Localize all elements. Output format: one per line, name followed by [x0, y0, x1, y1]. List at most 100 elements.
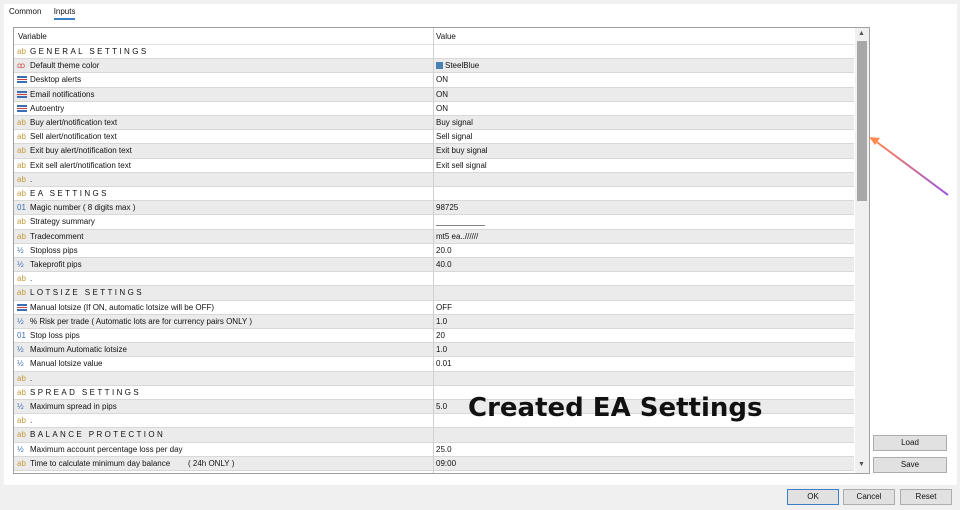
variable-cell: ab Exit sell alert/notification text	[17, 161, 131, 170]
value-text: Exit sell signal	[436, 160, 487, 170]
value-text: 20.0	[436, 245, 452, 255]
tab-bar: Common Inputs	[9, 7, 85, 20]
value-cell[interactable]: mt5 ea..//////	[436, 232, 478, 241]
variable-cell: ab Tradecomment	[17, 232, 84, 241]
table-row[interactable]: ½ % Risk per trade ( Automatic lots are f…	[14, 314, 854, 329]
table-row[interactable]: ½ Manual lotsize value 0.01	[14, 357, 854, 372]
ok-button[interactable]: OK	[787, 489, 839, 505]
table-row[interactable]: ½ Maximum Automatic lotsize 1.0	[14, 343, 854, 358]
table-row[interactable]: 01 Stop loss pips 20	[14, 329, 854, 344]
table-row[interactable]: Email notifications ON	[14, 87, 854, 102]
save-button[interactable]: Save	[873, 457, 947, 473]
variable-cell: Autoentry	[17, 104, 64, 113]
variable-label: Stoploss pips	[30, 245, 78, 255]
value-text: mt5 ea..//////	[436, 231, 479, 241]
table-row[interactable]: Autoentry ON	[14, 102, 854, 116]
string-type-icon: ab	[17, 416, 26, 426]
table-row[interactable]: ab Exit buy alert/notification text Exit b…	[14, 144, 854, 159]
value-cell[interactable]: 1.0	[436, 345, 447, 354]
value-cell[interactable]: 25.0	[436, 445, 452, 454]
value-cell[interactable]: Buy signal	[436, 118, 473, 127]
section-header-row[interactable]: ab BALANCE PROTECTION	[14, 428, 854, 443]
variable-label: Buy alert/notification text	[30, 118, 118, 127]
column-header-variable[interactable]: Variable	[18, 32, 47, 41]
variable-label: Default theme color	[30, 61, 100, 71]
value-cell[interactable]: ___________	[436, 217, 485, 226]
table-row[interactable]: ab.	[14, 272, 854, 287]
table-row[interactable]: ½ Takeprofit pips 40.0	[14, 258, 854, 273]
reset-button[interactable]: Reset	[900, 489, 952, 505]
value-cell[interactable]: OFF	[436, 303, 452, 312]
value-cell[interactable]: 5.0	[436, 402, 447, 411]
value-text: ON	[436, 75, 448, 85]
load-button[interactable]: Load	[873, 435, 947, 451]
scroll-down-icon[interactable]: ▼	[858, 461, 865, 468]
value-cell[interactable]: 98725	[436, 203, 458, 212]
value-text: 1.0	[436, 345, 448, 355]
table-row[interactable]: Manual lotsize (If ON, automatic lotsize…	[14, 301, 854, 315]
tab-inputs[interactable]: Inputs	[53, 7, 76, 20]
value-cell[interactable]: 0.01	[436, 359, 452, 368]
section-header-row[interactable]: ab GENERAL SETTINGS	[14, 45, 854, 60]
table-row[interactable]: ab.	[14, 371, 854, 386]
table-row[interactable]: ab Exit sell alert/notification text Exit …	[14, 159, 854, 173]
table-row[interactable]: 01 Magic number ( 8 digits max ) 98725	[14, 201, 854, 216]
value-cell[interactable]: ON	[436, 104, 448, 113]
table-row[interactable]: ab Buy alert/notification text Buy signal	[14, 116, 854, 131]
table-row[interactable]: ½ Maximum account percentage loss per day…	[14, 443, 854, 457]
table-row[interactable]: ꝏ Default theme color SteelBlue	[14, 59, 854, 74]
variable-label: Takeprofit pips	[30, 260, 82, 269]
variable-cell: ab.	[17, 274, 32, 283]
table-row[interactable]: ab Strategy summary ___________	[14, 215, 854, 230]
value-cell[interactable]: 1.0	[436, 317, 447, 326]
variable-cell: ab Time to calculate minimum day balance …	[17, 459, 234, 468]
value-text: 5.0	[436, 402, 448, 411]
variable-cell: ½ Takeprofit pips	[17, 260, 82, 269]
variable-cell: ab LOTSIZE SETTINGS	[17, 288, 144, 297]
variable-cell: ꝏ Default theme color	[17, 61, 99, 70]
value-cell[interactable]: 09:00	[436, 459, 456, 468]
column-header-value[interactable]: Value	[436, 32, 456, 41]
table-row[interactable]: ab Sell alert/notification text Sell signa…	[14, 130, 854, 145]
double-type-icon: ½	[17, 402, 24, 411]
variable-label: Sell alert/notification text	[30, 132, 117, 142]
section-header-row[interactable]: ab LOTSIZE SETTINGS	[14, 286, 854, 301]
value-cell[interactable]: Exit sell signal	[436, 161, 487, 170]
value-cell[interactable]: SteelBlue	[436, 61, 479, 70]
section-header-row[interactable]: ab EA SETTINGS	[14, 187, 854, 202]
value-cell[interactable]: Exit buy signal	[436, 146, 488, 155]
value-cell[interactable]: 40.0	[436, 260, 452, 269]
scroll-up-icon[interactable]: ▲	[858, 30, 865, 37]
table-row[interactable]: Desktop alerts ON	[14, 73, 854, 88]
column-divider[interactable]	[433, 28, 434, 473]
variable-cell: Email notifications	[17, 90, 94, 99]
tab-common[interactable]: Common	[9, 7, 41, 18]
value-cell[interactable]: ON	[436, 90, 448, 99]
variable-label: Maximum Automatic lotsize	[30, 345, 127, 355]
variable-label: Time to calculate minimum day balance ( …	[30, 458, 235, 468]
variable-label: .	[30, 373, 33, 383]
table-row[interactable]: ab.	[14, 172, 854, 187]
variable-label: EA SETTINGS	[30, 189, 109, 198]
color-swatch	[436, 62, 443, 70]
boolean-type-icon	[17, 104, 27, 112]
value-cell[interactable]: 20	[436, 331, 445, 340]
value-text: SteelBlue	[445, 61, 480, 71]
value-text: 25.0	[436, 444, 452, 454]
boolean-type-icon	[17, 76, 27, 84]
string-type-icon: ab	[17, 189, 26, 198]
string-type-icon: ab	[17, 146, 26, 156]
value-cell[interactable]: 20.0	[436, 246, 452, 255]
vertical-scrollbar[interactable]: ▲ ▼	[855, 28, 869, 473]
table-row[interactable]: ½ Stoploss pips 20.0	[14, 244, 854, 258]
string-type-icon: ab	[17, 174, 26, 184]
variable-cell: 01 Stop loss pips	[17, 331, 80, 340]
variable-label: SPREAD SETTINGS	[30, 387, 142, 397]
value-text: 1.0	[436, 316, 448, 326]
table-row[interactable]: ab Time to calculate minimum day balance …	[14, 456, 854, 471]
value-cell[interactable]: ON	[436, 75, 448, 84]
table-row[interactable]: ab Tradecomment mt5 ea..//////	[14, 229, 854, 244]
variable-label: Exit buy alert/notification text	[30, 146, 132, 156]
cancel-button[interactable]: Cancel	[843, 489, 895, 505]
value-cell[interactable]: Sell signal	[436, 132, 472, 141]
